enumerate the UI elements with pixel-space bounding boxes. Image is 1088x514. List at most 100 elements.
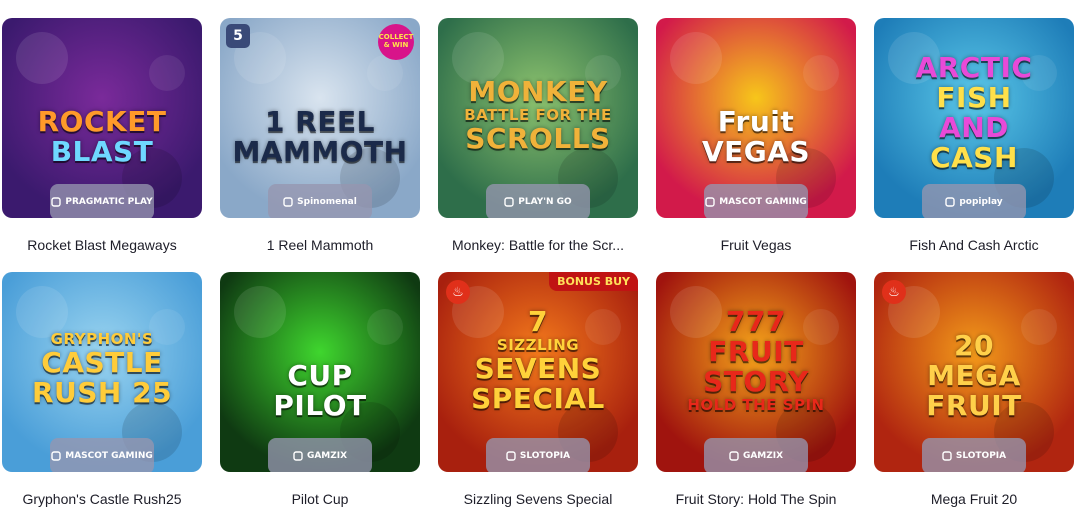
game-title[interactable]: Fish And Cash Arctic [874,237,1074,253]
game-thumbnail[interactable]: ROCKET BLAST PRAGMATIC PLAY [2,18,202,218]
game-logo-line: CASH [930,141,1018,174]
game-logo-line: BATTLE FOR THE [464,106,612,124]
game-logo-line: HOLD THE SPIN [687,396,825,414]
game-logo-line: FRUIT [926,389,1022,422]
game-logo-line: SIZZLING [496,336,580,354]
game-logo-line: SEVENS [474,352,602,385]
game-logo-line: 20 [954,329,994,362]
spinomenal-icon [283,197,293,207]
game-thumbnail[interactable]: ARCTIC FISH AND CASH popiplay [874,18,1074,218]
game-title[interactable]: Rocket Blast Megaways [2,237,202,253]
game-card[interactable]: 1 REEL MAMMOTH 5 COLLECT & WIN Spinomenal 1 R… [220,18,420,272]
game-card[interactable]: Fruit VEGAS MASCOT GAMING Fruit Vegas [656,18,856,272]
flame-icon: ♨ [882,280,906,304]
game-title[interactable]: Sizzling Sevens Special [438,491,638,507]
game-logo-line: RUSH 25 [31,376,173,409]
playngo-icon [504,197,514,207]
pragmatic-icon [51,197,62,207]
game-title[interactable]: Monkey: Battle for the Scr... [438,237,638,253]
game-logo: 20 MEGA FRUIT [884,332,1064,422]
game-logo-line: PILOT [273,389,367,422]
provider-name: Spinomenal [297,197,357,207]
provider-badge: GAMZIX [268,438,372,472]
game-logo-line: GRYPHON'S [50,330,154,348]
game-logo: 777 FRUIT STORY HOLD THE SPIN [666,308,846,415]
game-logo-line: MONKEY [468,75,608,108]
game-thumbnail[interactable]: CUP PILOT GAMZIX [220,272,420,472]
game-title[interactable]: Mega Fruit 20 [874,491,1074,507]
provider-badge: popiplay [922,184,1026,218]
mascot-icon [51,451,61,461]
game-logo-line: AND [939,111,1009,144]
game-card[interactable]: ROCKET BLAST PRAGMATIC PLAY Rocket Blast Me… [2,18,202,272]
game-card[interactable]: MONKEY BATTLE FOR THE SCROLLS PLAY'N GO Monk… [438,18,638,272]
provider-badge: SLOTOPIA [922,438,1026,472]
game-logo-line: 1 REEL [265,105,375,138]
provider-name: GAMZIX [742,451,784,461]
game-logo-line: ROCKET [37,105,167,138]
game-logo: GRYPHON'S CASTLE RUSH 25 [12,332,192,409]
game-logo-line: ARCTIC [915,51,1033,84]
slotopia-icon [942,451,952,461]
provider-name: popiplay [959,197,1003,207]
game-logo-line: CUP [287,359,353,392]
game-thumbnail[interactable]: 7 SIZZLING SEVENS SPECIAL BONUS BUY ♨ SLOTOPIA [438,272,638,472]
game-thumbnail[interactable]: 777 FRUIT STORY HOLD THE SPIN GAMZIX [656,272,856,472]
game-card[interactable]: CUP PILOT GAMZIX Pilot Cup [220,272,420,512]
gamzix-icon [293,451,303,461]
game-logo: 7 SIZZLING SEVENS SPECIAL [448,308,628,415]
provider-badge: GAMZIX [704,438,808,472]
provider-name: SLOTOPIA [519,451,571,461]
game-logo: Fruit VEGAS [666,108,846,168]
provider-name: SLOTOPIA [955,451,1007,461]
game-logo-line: 777 [726,305,786,338]
provider-name: GAMZIX [306,451,348,461]
provider-badge: PLAY'N GO [486,184,590,218]
game-thumbnail[interactable]: 1 REEL MAMMOTH 5 COLLECT & WIN Spinomenal [220,18,420,218]
game-logo-line: FRUIT [708,335,804,368]
game-thumbnail[interactable]: Fruit VEGAS MASCOT GAMING [656,18,856,218]
provider-badge: PRAGMATIC PLAY [50,184,154,218]
game-logo-line: SPECIAL [471,382,605,415]
game-card[interactable]: 7 SIZZLING SEVENS SPECIAL BONUS BUY ♨ SLOTOPIA… [438,272,638,512]
game-thumbnail[interactable]: GRYPHON'S CASTLE RUSH 25 MASCOT GAMING [2,272,202,472]
mascot-icon [705,197,715,207]
game-title[interactable]: Gryphon's Castle Rush25 [2,491,202,507]
game-card[interactable]: 777 FRUIT STORY HOLD THE SPIN GAMZIX Fruit St… [656,272,856,512]
game-logo-line: CASTLE [41,346,163,379]
game-logo-line: MAMMOTH [232,135,408,168]
game-grid: ROCKET BLAST PRAGMATIC PLAY Rocket Blast Me… [2,18,1074,512]
game-logo: ARCTIC FISH AND CASH [884,54,1064,174]
game-card[interactable]: 20 MEGA FRUIT ♨ SLOTOPIA Mega Fruit 20 [874,272,1074,512]
game-title[interactable]: Fruit Story: Hold The Spin [656,491,856,507]
provider-badge: Spinomenal [268,184,372,218]
provider-name: PRAGMATIC PLAY [65,197,153,207]
game-logo-line: Fruit [717,105,795,138]
collect-win-sticker: COLLECT & WIN [378,24,414,60]
game-card[interactable]: GRYPHON'S CASTLE RUSH 25 MASCOT GAMING Gryph… [2,272,202,512]
game-logo-line: MEGA [927,359,1021,392]
game-title[interactable]: Fruit Vegas [656,237,856,253]
corner-number-badge: 5 [226,24,250,48]
provider-badge: MASCOT GAMING [704,184,808,218]
game-logo: ROCKET BLAST [12,108,192,168]
game-thumbnail[interactable]: MONKEY BATTLE FOR THE SCROLLS PLAY'N GO [438,18,638,218]
gamzix-icon [729,451,739,461]
game-card[interactable]: ARCTIC FISH AND CASH popiplay Fish And Cash A… [874,18,1074,272]
flame-icon: ♨ [446,280,470,304]
provider-name: MASCOT GAMING [65,451,153,461]
provider-badge: SLOTOPIA [486,438,590,472]
game-logo: MONKEY BATTLE FOR THE SCROLLS [448,78,628,155]
game-title[interactable]: Pilot Cup [220,491,420,507]
slotopia-icon [506,451,516,461]
game-thumbnail[interactable]: 20 MEGA FRUIT ♨ SLOTOPIA [874,272,1074,472]
game-logo: 1 REEL MAMMOTH [230,108,410,168]
bonus-buy-badge: BONUS BUY [549,272,638,291]
provider-name: PLAY'N GO [518,197,572,207]
game-logo: CUP PILOT [230,362,410,422]
game-title[interactable]: 1 Reel Mammoth [220,237,420,253]
provider-name: MASCOT GAMING [719,197,807,207]
provider-badge: MASCOT GAMING [50,438,154,472]
game-logo-line: SCROLLS [465,122,611,155]
game-logo-line: 7 [528,305,548,338]
